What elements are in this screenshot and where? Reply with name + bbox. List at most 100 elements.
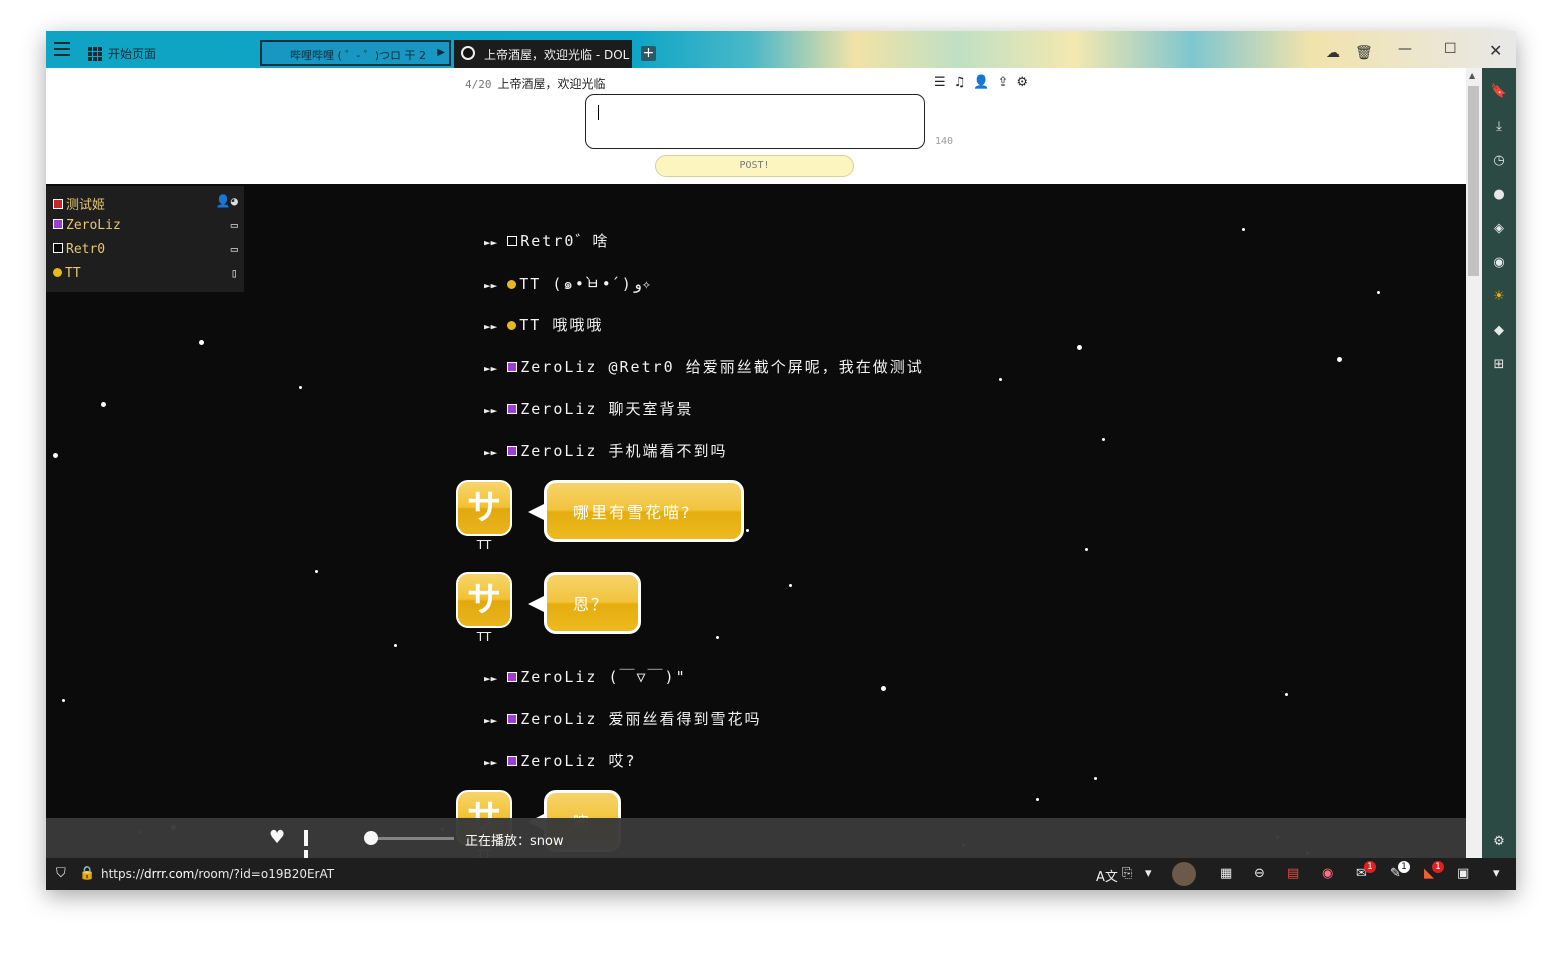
notification-badge: 1 (1432, 861, 1444, 873)
tab-stack-arrow-icon[interactable]: ▶ (437, 47, 445, 58)
side-panel: 🔖 ⤓ ◷ ● ◈ ◉ ☀ ◆ ⊞ ⚙ (1482, 68, 1516, 888)
snowflake (199, 340, 204, 345)
user-color-marker (507, 362, 518, 372)
lock-icon[interactable]: 🔒 (79, 866, 95, 881)
room-header: 4/20 上帝酒屋，欢迎光临 (465, 75, 606, 92)
settings-icon[interactable]: ⚙ (1490, 833, 1508, 851)
add-panel-icon[interactable]: ⊞ (1490, 356, 1508, 374)
char-counter: 140 (935, 136, 954, 147)
mobile-icon: ▯ (230, 266, 238, 280)
snowflake (1036, 798, 1039, 801)
tab-bar: 开始页面 哔哩哔哩 ( ゜- ゜)つロ 干 2 ▶ 上帝酒屋，欢迎光临 - DO… (46, 31, 1516, 68)
user-color-marker (53, 219, 63, 229)
status-bar: ⛉ 🔒 https://drrr.com/room/?id=o19B20ErAT… (46, 858, 1516, 890)
scrollbar-thumb[interactable] (1468, 86, 1479, 276)
shield-icon[interactable]: ⛉ (56, 866, 66, 881)
scroll-up-arrow-icon[interactable]: ▲ (1469, 71, 1475, 80)
snowflake (746, 529, 749, 532)
extension-panel-icon[interactable]: ◆ (1490, 322, 1508, 340)
snowflake (1285, 693, 1288, 696)
user-color-marker (507, 446, 518, 456)
snowflake (1377, 291, 1380, 294)
address-bar[interactable]: https://drrr.com/room/?id=o19B20ErAT (101, 867, 334, 881)
browser-window: 开始页面 哔哩哔哩 ( ゜- ゜)つロ 干 2 ▶ 上帝酒屋，欢迎光临 - DO… (46, 31, 1516, 890)
avatar[interactable]: サ (456, 572, 512, 628)
snowflake (315, 570, 318, 573)
share-icon[interactable]: ⇪ (998, 75, 1017, 90)
user-list-item[interactable]: ZeroLiz ▭ (53, 218, 238, 238)
message-bubble: 恩？ (544, 572, 641, 634)
maximize-button[interactable]: ☐ (1444, 41, 1457, 57)
list-icon[interactable]: ☰ (934, 75, 954, 90)
notification-badge: 1 (1398, 861, 1410, 873)
tab-bilibili[interactable]: 哔哩哔哩 ( ゜- ゜)つロ 干 2 ▶ (260, 40, 451, 66)
avatar[interactable]: サ (456, 480, 512, 536)
menu-dropdown-icon[interactable]: ▾ (1493, 866, 1500, 881)
snowflake (1077, 345, 1082, 350)
music-icon[interactable]: ♫ (954, 75, 974, 90)
sun-icon[interactable]: ☀ (1490, 288, 1508, 306)
snowflake (881, 686, 886, 691)
trash-icon[interactable]: 🗑 (1355, 45, 1373, 61)
volume-slider-handle[interactable] (364, 831, 378, 845)
snowflake (53, 453, 58, 458)
new-tab-button[interactable]: + (641, 46, 656, 61)
user-color-marker (507, 672, 518, 682)
snowflake (1337, 357, 1342, 362)
post-button[interactable]: POST! (655, 155, 854, 177)
start-page-tab[interactable]: 开始页面 (108, 45, 156, 62)
user-list-item[interactable]: Retr0 ▭ (53, 242, 238, 262)
action-message: ►► ZeroLiz (￣▽￣)" (484, 668, 687, 686)
action-message: ►► ZeroLiz 爱丽丝看得到雪花吗 (484, 710, 762, 728)
user-list-item[interactable]: 测试姬 👤◕ (53, 194, 238, 214)
desktop-icon: ▭ (230, 242, 238, 256)
snowflake (394, 644, 397, 647)
translate-icon[interactable]: A文 (1096, 866, 1118, 885)
user-color-marker (507, 321, 517, 330)
heart-icon[interactable]: ♥ (269, 827, 285, 848)
room-user-count: 4/20 (465, 78, 492, 91)
site-favicon-icon (461, 46, 475, 60)
download-icon[interactable]: ⤓ (1490, 118, 1508, 136)
action-message: ►► TT (๑•̀ㅂ•́)و✧ (484, 275, 651, 293)
pause-button[interactable] (304, 830, 318, 866)
notes-icon[interactable]: ▤ (1287, 866, 1299, 881)
now-playing-label: 正在播放：snow (465, 834, 564, 849)
action-message: ►► ZeroLiz 哎? (484, 752, 637, 770)
dropdown-arrow-icon[interactable]: ▾ (1145, 866, 1152, 881)
site-panel-icon[interactable]: ● (1490, 186, 1508, 204)
screenshot-icon[interactable]: ▣ (1457, 866, 1469, 881)
bookmark-page-icon[interactable]: ⎘ (1122, 866, 1132, 881)
minimize-button[interactable]: — (1398, 41, 1412, 57)
user-icon[interactable]: 👤 (973, 75, 997, 90)
volume-slider-track[interactable] (370, 837, 454, 840)
apps-grid-icon[interactable] (88, 47, 102, 61)
history-icon[interactable]: ◷ (1490, 152, 1508, 170)
cloud-icon[interactable]: ☁ (1326, 45, 1340, 61)
bookmark-icon[interactable]: 🔖 (1490, 83, 1508, 101)
user-color-marker (507, 756, 518, 766)
acorn-icon[interactable]: ◉ (1490, 254, 1508, 272)
block-icon[interactable]: ⊖ (1254, 866, 1265, 881)
translate-panel-icon[interactable]: ◈ (1490, 220, 1508, 238)
action-message: ►► ZeroLiz 聊天室背景 (484, 400, 694, 418)
action-message: ►► TT 哦哦哦 (484, 316, 604, 334)
record-icon[interactable]: ◉ (1322, 866, 1333, 881)
gear-icon[interactable]: ⚙ (1016, 75, 1036, 90)
action-message: ►► Retr0゛啥 (484, 232, 610, 250)
desktop-icon: ▭ (230, 218, 238, 232)
profile-avatar-icon[interactable] (1172, 862, 1196, 886)
message-input[interactable] (585, 94, 925, 149)
snowflake (1102, 438, 1105, 441)
bubble-tail (528, 504, 544, 520)
menu-icon[interactable] (54, 42, 70, 56)
page-scrollbar[interactable]: ▲ ▼ (1466, 68, 1482, 888)
user-list-item[interactable]: TT ▯ (53, 266, 238, 286)
snowflake (101, 402, 106, 407)
extensions-icon[interactable]: ▦ (1220, 866, 1232, 881)
user-color-marker (507, 714, 518, 724)
room-name: 上帝酒屋，欢迎光临 (497, 77, 606, 91)
close-button[interactable]: ✕ (1489, 41, 1502, 60)
snowflake (999, 378, 1002, 381)
tab-drrr-room[interactable]: 上帝酒屋，欢迎光临 - DOL (454, 40, 632, 68)
